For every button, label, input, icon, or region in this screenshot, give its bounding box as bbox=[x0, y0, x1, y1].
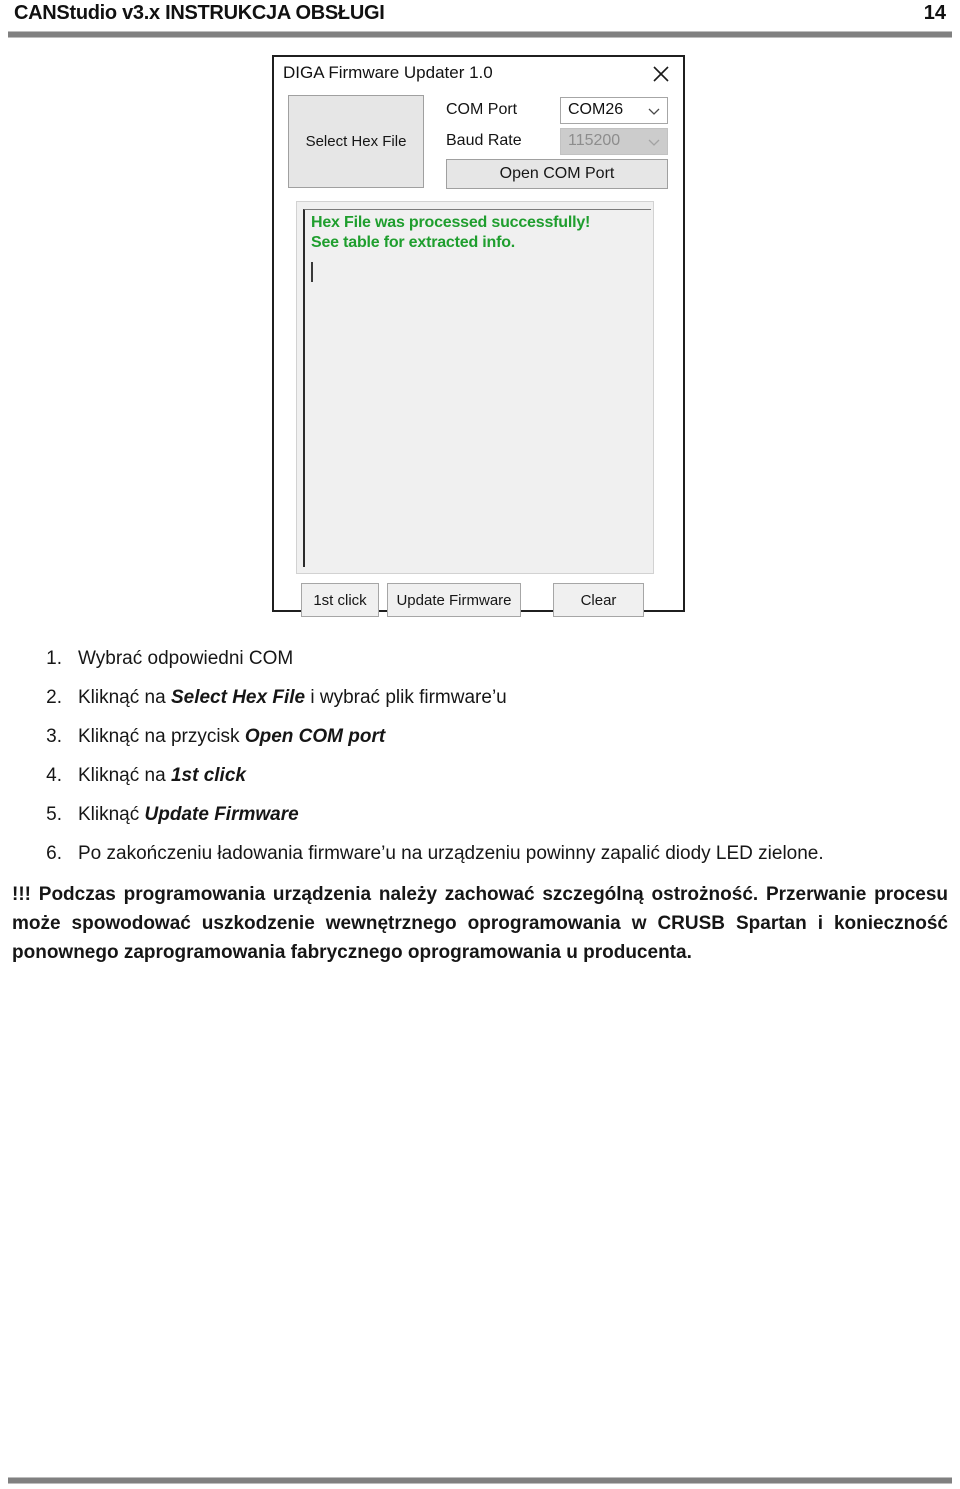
list-item: 5. Kliknąć Update Firmware bbox=[0, 804, 960, 843]
header-divider bbox=[8, 31, 952, 38]
list-item: 6. Po zakończeniu ładowania firmware’u n… bbox=[0, 843, 960, 882]
list-item-number: 6. bbox=[46, 843, 62, 864]
log-textarea[interactable]: Hex File was processed successfully! See… bbox=[303, 209, 651, 567]
chevron-down-icon bbox=[647, 135, 661, 149]
open-com-port-button[interactable]: Open COM Port bbox=[446, 159, 668, 189]
select-hex-file-button[interactable]: Select Hex File bbox=[288, 95, 424, 188]
list-item-number: 3. bbox=[46, 726, 62, 747]
list-item: 3. Kliknąć na przycisk Open COM port bbox=[0, 726, 960, 765]
first-click-button[interactable]: 1st click bbox=[301, 583, 379, 617]
list-item-text: Kliknąć na 1st click bbox=[78, 765, 246, 786]
list-item: 4. Kliknąć na 1st click bbox=[0, 765, 960, 804]
action-button-bar: 1st click Update Firmware Clear bbox=[296, 583, 654, 623]
baud-rate-select: 115200 bbox=[560, 128, 668, 155]
baud-rate-label: Baud Rate bbox=[446, 132, 522, 149]
window-title: DIGA Firmware Updater 1.0 bbox=[283, 63, 493, 82]
list-item-text: Kliknąć na przycisk Open COM port bbox=[78, 726, 386, 747]
com-port-select[interactable]: COM26 bbox=[560, 97, 668, 124]
list-item-text: Kliknąć Update Firmware bbox=[78, 804, 299, 825]
warning-paragraph: !!! Podczas programowania urządzenia nal… bbox=[12, 880, 948, 967]
diga-firmware-updater-window: DIGA Firmware Updater 1.0 Select Hex Fil… bbox=[272, 55, 685, 617]
list-item-number: 2. bbox=[46, 687, 62, 708]
baud-rate-value: 115200 bbox=[568, 132, 621, 149]
list-item-text: Kliknąć na Select Hex File i wybrać plik… bbox=[78, 687, 507, 708]
chevron-down-icon bbox=[647, 104, 661, 118]
list-item: 1. Wybrać odpowiedni COM bbox=[0, 648, 960, 687]
log-message: Hex File was processed successfully! See… bbox=[311, 214, 591, 251]
list-item: 2. Kliknąć na Select Hex File i wybrać p… bbox=[0, 687, 960, 726]
instruction-list: 1. Wybrać odpowiedni COM 2. Kliknąć na S… bbox=[0, 648, 960, 882]
page-title: CANStudio v3.x INSTRUKCJA OBSŁUGI bbox=[14, 2, 385, 24]
com-port-value: COM26 bbox=[568, 101, 624, 118]
connection-controls: Select Hex File COM Port Baud Rate COM26… bbox=[288, 95, 668, 191]
text-caret bbox=[311, 262, 313, 282]
log-panel: Hex File was processed successfully! See… bbox=[296, 201, 654, 574]
footer-divider bbox=[8, 1477, 952, 1484]
list-item-number: 5. bbox=[46, 804, 62, 825]
warning-text: !!! Podczas programowania urządzenia nal… bbox=[12, 884, 948, 964]
close-icon[interactable] bbox=[649, 62, 673, 86]
clear-button[interactable]: Clear bbox=[553, 583, 644, 617]
update-firmware-button[interactable]: Update Firmware bbox=[387, 583, 521, 617]
page-number: 14 bbox=[923, 2, 946, 24]
list-item-number: 1. bbox=[46, 648, 62, 669]
list-item-number: 4. bbox=[46, 765, 62, 786]
list-item-text: Po zakończeniu ładowania firmware’u na u… bbox=[78, 843, 824, 864]
window-titlebar: DIGA Firmware Updater 1.0 bbox=[274, 57, 683, 91]
list-item-text: Wybrać odpowiedni COM bbox=[78, 648, 294, 669]
com-port-label: COM Port bbox=[446, 101, 518, 118]
window-body: Select Hex File COM Port Baud Rate COM26… bbox=[274, 91, 683, 617]
